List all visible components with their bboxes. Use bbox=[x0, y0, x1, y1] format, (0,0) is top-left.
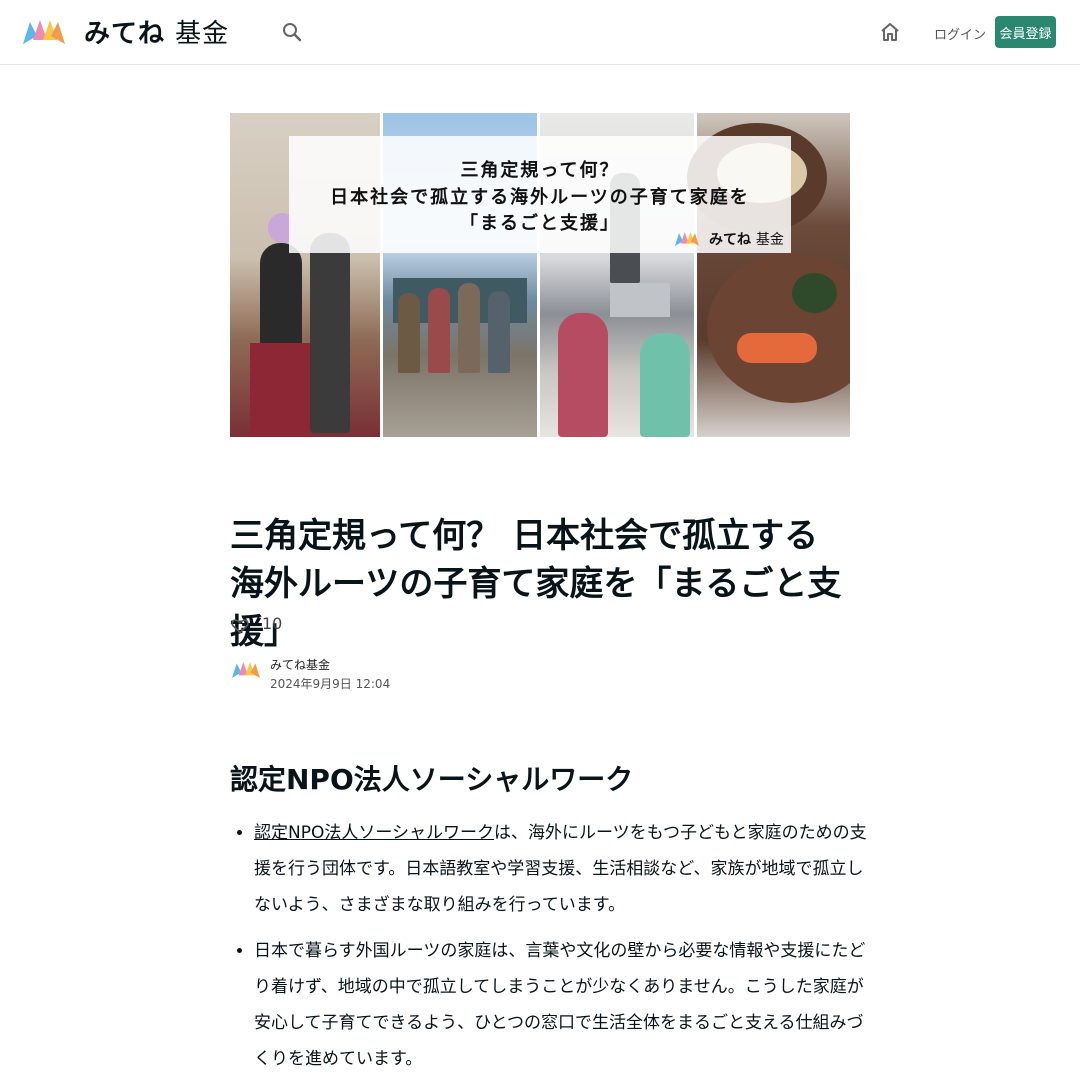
list-item: 日本で暮らす外国ルーツの家庭は、言葉や文化の壁から必要な情報や支援にたどり着けず… bbox=[254, 933, 874, 1077]
login-link[interactable]: ログイン bbox=[934, 24, 986, 43]
signup-button[interactable]: 会員登録 bbox=[995, 16, 1056, 48]
like-count: 10 bbox=[262, 614, 283, 633]
author-avatar[interactable] bbox=[232, 658, 260, 682]
search-icon[interactable] bbox=[280, 20, 304, 44]
list-item: 認定NPO法人ソーシャルワークは、海外にルーツをもつ子どもと家庭のための支援を行… bbox=[254, 815, 874, 923]
hero-brand-light: 基金 bbox=[755, 232, 784, 248]
home-icon[interactable] bbox=[878, 20, 902, 44]
bullet-list: 認定NPO法人ソーシャルワークは、海外にルーツをもつ子どもと家庭のための支援を行… bbox=[230, 815, 874, 1087]
hero-brand: みてね 基金 bbox=[709, 229, 784, 249]
section-heading: 認定NPO法人ソーシャルワーク bbox=[230, 763, 634, 796]
brand-light: 基金 bbox=[175, 19, 230, 49]
hero-caption-line-1: 三角定規って何？ bbox=[460, 160, 620, 181]
organization-link[interactable]: 認定NPO法人ソーシャルワーク bbox=[254, 823, 494, 843]
hero-brand-bold: みてね bbox=[709, 232, 751, 248]
hero-caption-box: 三角定規って何？ 日本社会で孤立する海外ルーツの子育て家庭を 「まるごと支援」 … bbox=[289, 136, 791, 253]
article-title: 三角定規って何？ 日本社会で孤立する海外ルーツの子育て家庭を「まるごと支援」 bbox=[230, 516, 842, 652]
hero-image: 三角定規って何？ 日本社会で孤立する海外ルーツの子育て家庭を 「まるごと支援」 … bbox=[230, 113, 850, 437]
brand-name[interactable]: みてね 基金 bbox=[84, 13, 229, 50]
heart-icon[interactable] bbox=[230, 616, 250, 636]
hero-caption-line-2: 日本社会で孤立する海外ルーツの子育て家庭を bbox=[330, 187, 750, 208]
author-name[interactable]: みてね基金 bbox=[270, 656, 330, 673]
publish-date: 2024年9月9日 12:04 bbox=[270, 677, 391, 691]
hero-logo-icon bbox=[675, 232, 699, 246]
list-item-text: 日本で暮らす外国ルーツの家庭は、言葉や文化の壁から必要な情報や支援にたどり着けず… bbox=[254, 941, 866, 1069]
site-header: みてね 基金 ログイン 会員登録 bbox=[0, 0, 1080, 65]
brand-bold: みてね bbox=[84, 19, 166, 49]
mitene-logo-icon[interactable] bbox=[23, 18, 65, 46]
